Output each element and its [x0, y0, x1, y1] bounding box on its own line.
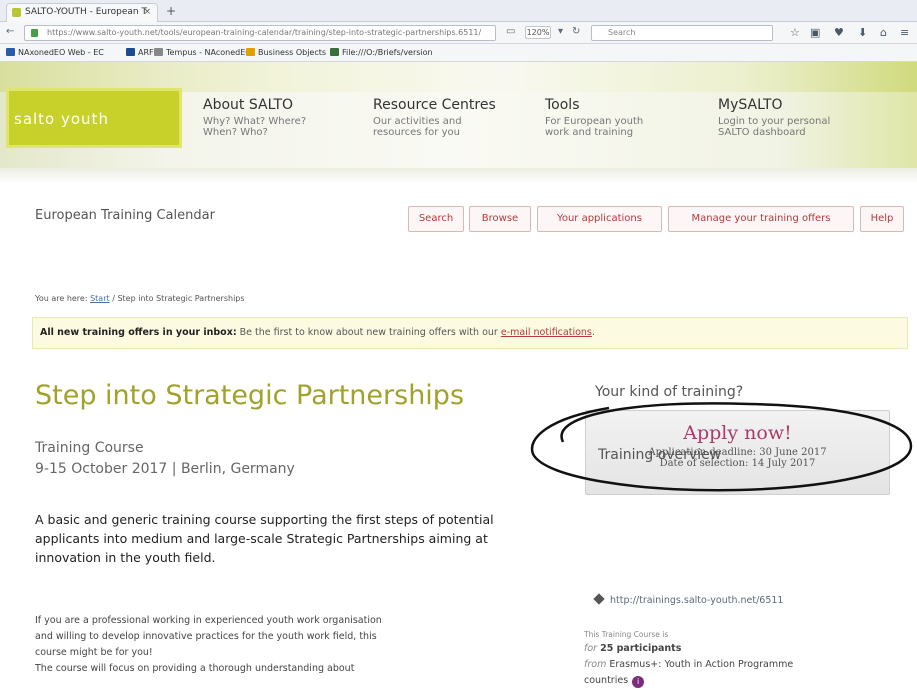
pocket-icon[interactable]: ♥: [834, 26, 844, 39]
bookmark-item[interactable]: File:///O:/Briefs/version: [330, 44, 433, 61]
browse-button[interactable]: Browse: [469, 206, 531, 232]
browser-tab-bar: SALTO-YOUTH - European T × +: [0, 0, 917, 22]
menu-subtitle: SALTO dashboard: [718, 127, 806, 138]
menu-subtitle: Login to your personal: [718, 116, 831, 127]
your-applications-button[interactable]: Your applications: [537, 206, 662, 232]
kind-of-training-title: Your kind of training?: [595, 384, 744, 400]
bookmark-icon: [154, 48, 163, 56]
training-description: If you are a professional working in exp…: [35, 615, 382, 674]
page-icon[interactable]: ▭: [506, 26, 515, 37]
training-overview-title: Training overview: [598, 447, 722, 463]
browser-search-placeholder: Search: [608, 28, 636, 37]
training-course-label: This Training Course is: [584, 630, 669, 639]
zoom-level[interactable]: 120%: [525, 26, 551, 39]
breadcrumb-start-link[interactable]: Start: [90, 294, 110, 303]
browser-nav-bar: ← https://www.salto-youth.net/tools/euro…: [0, 22, 917, 44]
participants-count: 25 participants: [600, 643, 682, 654]
bookmark-icon: [246, 48, 255, 56]
browser-tab[interactable]: SALTO-YOUTH - European T ×: [6, 3, 158, 22]
breadcrumb-current: Step into Strategic Partnerships: [117, 294, 245, 303]
reload-icon[interactable]: ↻: [572, 26, 580, 37]
page-title: Step into Strategic Partnerships: [35, 380, 465, 411]
bookmark-item[interactable]: Business Objects: [246, 44, 326, 61]
calendar-title[interactable]: European Training Calendar: [35, 208, 215, 223]
menu-subtitle: resources for you: [373, 127, 460, 138]
home-icon[interactable]: ⌂: [880, 26, 887, 39]
pin-icon: [593, 593, 605, 605]
bookmark-item[interactable]: ARF: [126, 44, 154, 61]
menu-about-salto[interactable]: About SALTO Why? What? Where? When? Who?: [203, 97, 306, 138]
email-notifications-link[interactable]: e-mail notifications: [501, 327, 592, 338]
menu-subtitle: work and training: [545, 127, 634, 138]
programme-line: from Erasmus+: Youth in Action Programme: [584, 659, 794, 670]
reading-list-icon[interactable]: ▣: [810, 26, 820, 39]
menu-mysalto[interactable]: MySALTO Login to your personal SALTO das…: [718, 97, 830, 138]
apply-now-label: Apply now!: [683, 422, 792, 444]
address-bar[interactable]: https://www.salto-youth.net/tools/europe…: [24, 25, 496, 41]
notification-banner: All new training offers in your inbox: B…: [32, 317, 908, 349]
menu-title: About SALTO: [203, 97, 294, 113]
menu-title: Resource Centres: [373, 97, 496, 113]
lock-icon: [31, 29, 38, 37]
menu-resource-centres[interactable]: Resource Centres Our activities and reso…: [373, 97, 496, 138]
menu-subtitle: When? Who?: [203, 127, 268, 138]
bookmark-item[interactable]: Tempus - NAconedEO: [154, 44, 252, 61]
bookmark-icon: [330, 48, 339, 56]
manage-training-offers-button[interactable]: Manage your training offers: [668, 206, 854, 232]
info-icon[interactable]: i: [632, 676, 645, 688]
participants-line: for 25 participants: [584, 643, 682, 654]
menu-subtitle: Our activities and: [373, 116, 462, 127]
back-icon[interactable]: ←: [6, 26, 14, 37]
search-button[interactable]: Search: [408, 206, 464, 232]
help-button[interactable]: Help: [860, 206, 904, 232]
bookmark-icon: [126, 48, 135, 56]
dropdown-icon[interactable]: ▾: [558, 26, 563, 37]
menu-tools[interactable]: Tools For European youth work and traini…: [545, 97, 643, 138]
tab-title: SALTO-YOUTH - European T: [25, 7, 147, 17]
menu-title: Tools: [545, 97, 580, 113]
download-icon[interactable]: ⬇: [858, 26, 867, 39]
bookmark-icon: [6, 48, 15, 56]
countries-line: countries i: [584, 675, 645, 688]
training-link[interactable]: http://trainings.salto-youth.net/6511: [593, 593, 783, 606]
training-summary: A basic and generic training course supp…: [35, 512, 494, 565]
bookmarks-bar: NAxonedEO Web - EC ARF Tempus - NAconedE…: [0, 44, 917, 62]
star-icon[interactable]: ☆: [790, 26, 800, 39]
header-shadow: [0, 168, 917, 184]
menu-icon[interactable]: ≡: [900, 26, 909, 39]
new-tab-button[interactable]: +: [164, 5, 178, 18]
url-text: https://www.salto-youth.net/tools/europe…: [47, 28, 482, 37]
training-type: Training Course: [35, 440, 144, 456]
training-date-place: 9-15 October 2017 | Berlin, Germany: [35, 461, 295, 477]
close-tab-icon[interactable]: ×: [143, 4, 151, 21]
menu-subtitle: Why? What? Where?: [203, 116, 307, 127]
salto-youth-logo[interactable]: salto youth: [6, 88, 182, 148]
menu-subtitle: For European youth: [545, 116, 644, 127]
menu-title: MySALTO: [718, 97, 783, 113]
bookmark-item[interactable]: NAxonedEO Web - EC: [6, 44, 104, 61]
salto-favicon-icon: [12, 8, 21, 17]
browser-search-input[interactable]: Search: [591, 25, 773, 41]
breadcrumb: You are here: Start / Step into Strategi…: [35, 294, 245, 303]
